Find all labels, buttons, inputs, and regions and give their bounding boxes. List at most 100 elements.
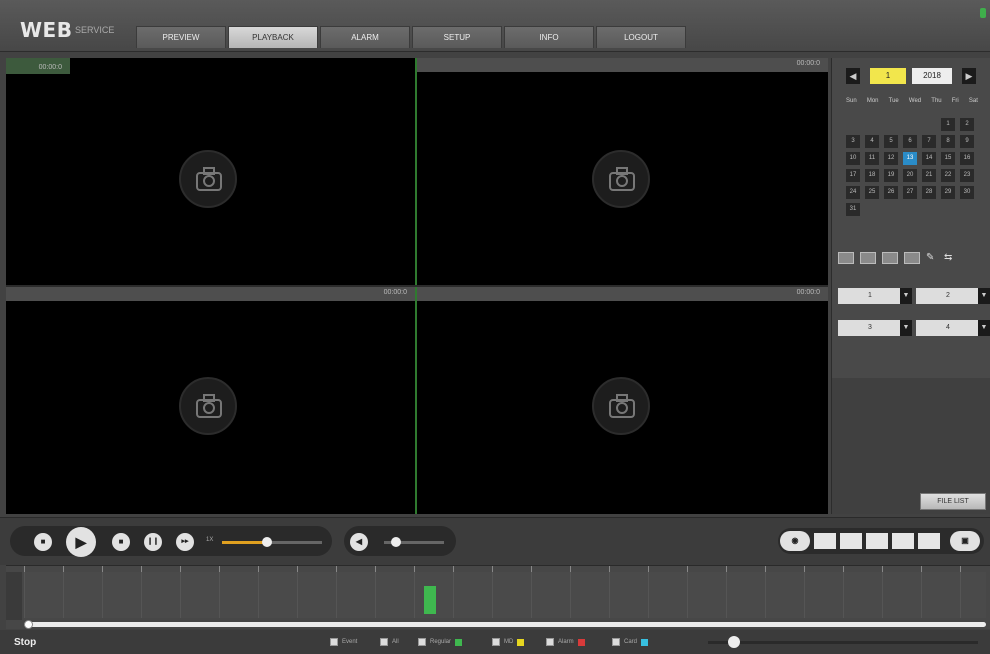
month-select[interactable]: 1 xyxy=(870,68,906,84)
clip-segment[interactable] xyxy=(918,533,940,549)
tab-setup[interactable]: SETUP xyxy=(412,26,502,48)
tab-info[interactable]: INFO xyxy=(504,26,594,48)
camera-icon xyxy=(592,377,650,435)
calendar-day[interactable]: 30 xyxy=(960,186,974,199)
calendar-day[interactable]: 17 xyxy=(846,169,860,182)
calendar-day[interactable]: 8 xyxy=(941,135,955,148)
sync-icon[interactable]: ⇆ xyxy=(944,252,956,264)
speed-slider-fill xyxy=(222,541,267,544)
tab-playback[interactable]: PLAYBACK xyxy=(228,26,318,48)
calendar-day[interactable]: 15 xyxy=(941,152,955,165)
calendar-day[interactable]: 10 xyxy=(846,152,860,165)
video-pane-1[interactable]: 00:00:0 xyxy=(6,58,415,285)
clip-segment[interactable] xyxy=(840,533,862,549)
top-bar: WEB SERVICE PREVIEW PLAYBACK ALARM SETUP… xyxy=(0,0,990,52)
chevron-left-icon[interactable]: ◀ xyxy=(846,68,860,84)
calendar-day[interactable]: 6 xyxy=(903,135,917,148)
legend-md[interactable]: MD xyxy=(492,638,525,646)
calendar-day[interactable]: 9 xyxy=(960,135,974,148)
snapshot-icon[interactable]: ◉ xyxy=(780,531,810,551)
zoom-slider-knob[interactable] xyxy=(728,636,740,648)
checkbox[interactable] xyxy=(380,638,388,646)
timeline-scroll-knob[interactable] xyxy=(24,620,33,629)
calendar-day[interactable]: 27 xyxy=(903,186,917,199)
volume-slider-knob[interactable] xyxy=(391,537,401,547)
step-forward-icon[interactable]: ▸▸ xyxy=(176,533,194,551)
calendar-day[interactable]: 28 xyxy=(922,186,936,199)
recording-segment[interactable] xyxy=(424,586,436,614)
checkbox[interactable] xyxy=(330,638,338,646)
legend-card[interactable]: Card xyxy=(612,638,649,646)
calendar-day[interactable]: 2 xyxy=(960,118,974,131)
checkbox[interactable] xyxy=(612,638,620,646)
calendar-day[interactable]: 14 xyxy=(922,152,936,165)
calendar-day[interactable]: 21 xyxy=(922,169,936,182)
chevron-down-icon[interactable]: ▼ xyxy=(900,320,912,336)
channel-select-4[interactable]: 4 xyxy=(916,320,980,336)
step-backward-icon[interactable]: ❙❙ xyxy=(144,533,162,551)
stop-icon[interactable]: ■ xyxy=(34,533,52,551)
clip-segment[interactable] xyxy=(814,533,836,549)
chevron-down-icon[interactable]: ▼ xyxy=(978,288,990,304)
calendar-day[interactable]: 12 xyxy=(884,152,898,165)
calendar-day[interactable]: 18 xyxy=(865,169,879,182)
calendar-day[interactable]: 13 xyxy=(903,152,917,165)
calendar-day[interactable]: 24 xyxy=(846,186,860,199)
zoom-slider[interactable] xyxy=(708,641,978,644)
year-select[interactable]: 2018 xyxy=(912,68,952,84)
pause-icon[interactable]: ■ xyxy=(112,533,130,551)
tab-alarm[interactable]: ALARM xyxy=(320,26,410,48)
timeline-track[interactable] xyxy=(24,572,986,618)
calendar-weekdays: Sun Mon Tue Wed Thu Fri Sat xyxy=(846,98,978,104)
channel-select-2[interactable]: 2 xyxy=(916,288,980,304)
calendar-day[interactable]: 26 xyxy=(884,186,898,199)
calendar-day[interactable]: 1 xyxy=(941,118,955,131)
calendar-day[interactable]: 29 xyxy=(941,186,955,199)
calendar-day[interactable]: 23 xyxy=(960,169,974,182)
channel-select-1[interactable]: 1 xyxy=(838,288,902,304)
layout-16-icon[interactable] xyxy=(904,252,920,264)
calendar-day[interactable]: 31 xyxy=(846,203,860,216)
calendar-day[interactable]: 3 xyxy=(846,135,860,148)
calendar-day[interactable]: 11 xyxy=(865,152,879,165)
legend-event[interactable]: Event xyxy=(330,638,357,646)
video-pane-3[interactable]: 00:00:0 xyxy=(6,287,415,514)
file-list-button[interactable]: FILE LIST xyxy=(920,493,986,510)
calendar-day[interactable]: 7 xyxy=(922,135,936,148)
calendar-day[interactable]: 19 xyxy=(884,169,898,182)
layout-9-icon[interactable] xyxy=(882,252,898,264)
clip-segment[interactable] xyxy=(866,533,888,549)
channel-select-3[interactable]: 3 xyxy=(838,320,902,336)
play-button[interactable]: ▶ xyxy=(66,527,96,557)
legend-all[interactable]: All xyxy=(380,638,399,646)
timeline xyxy=(6,565,990,629)
checkbox[interactable] xyxy=(418,638,426,646)
video-pane-4[interactable]: 00:00:0 xyxy=(417,287,828,514)
tab-logout[interactable]: LOGOUT xyxy=(596,26,686,48)
chevron-down-icon[interactable]: ▼ xyxy=(978,320,990,336)
weekday: Mon xyxy=(866,98,879,104)
layout-4-icon[interactable] xyxy=(860,252,876,264)
video-pane-2[interactable]: 00:00:0 xyxy=(417,58,828,285)
checkbox[interactable] xyxy=(492,638,500,646)
edit-icon[interactable]: ✎ xyxy=(926,252,938,264)
legend-alarm[interactable]: Alarm xyxy=(546,638,585,646)
calendar-day[interactable]: 25 xyxy=(865,186,879,199)
calendar-day[interactable]: 16 xyxy=(960,152,974,165)
checkbox[interactable] xyxy=(546,638,554,646)
calendar-day[interactable]: 5 xyxy=(884,135,898,148)
volume-icon[interactable]: ◀ xyxy=(350,533,368,551)
save-icon[interactable]: ▣ xyxy=(950,531,980,551)
chevron-right-icon[interactable]: ▶ xyxy=(962,68,976,84)
speed-slider-knob[interactable] xyxy=(262,537,272,547)
video-grid: 00:00:0 00:00:0 00:00:0 00:00:0 xyxy=(6,58,828,514)
legend-regular[interactable]: Regular xyxy=(418,638,463,646)
calendar-day[interactable]: 20 xyxy=(903,169,917,182)
timeline-scrollbar[interactable] xyxy=(24,620,986,629)
tab-preview[interactable]: PREVIEW xyxy=(136,26,226,48)
calendar-day[interactable]: 4 xyxy=(865,135,879,148)
layout-1-icon[interactable] xyxy=(838,252,854,264)
calendar-day[interactable]: 22 xyxy=(941,169,955,182)
chevron-down-icon[interactable]: ▼ xyxy=(900,288,912,304)
clip-segment[interactable] xyxy=(892,533,914,549)
